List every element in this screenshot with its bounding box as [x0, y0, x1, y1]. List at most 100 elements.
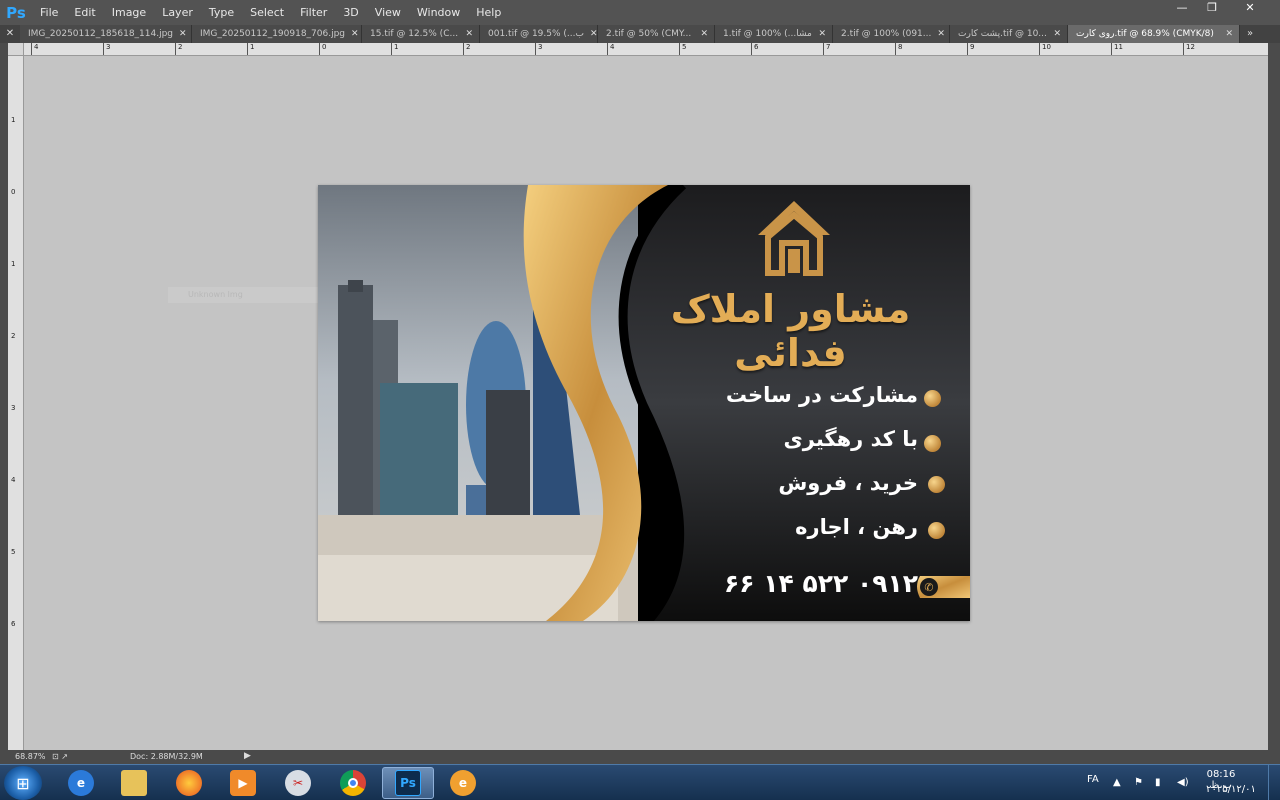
- volume-icon[interactable]: ◀): [1177, 777, 1189, 788]
- ruler-label: 1: [246, 43, 255, 55]
- menu-layer[interactable]: Layer: [154, 0, 201, 25]
- minimize-button[interactable]: —: [1168, 0, 1196, 16]
- taskbar-chrome[interactable]: [327, 767, 379, 799]
- phone-number: ۰۹۱۲ ۵۲۲ ۱۴ ۶۶: [723, 569, 918, 598]
- tab-document-active[interactable]: روی کارت.tif @ 68.9% (CMYK/8) ✕: [1068, 25, 1240, 43]
- tab-document[interactable]: 1.tif @ 100% (...مشا ✕: [715, 25, 833, 43]
- ruler-label: 2: [174, 43, 183, 55]
- ruler-label: 1: [11, 116, 16, 124]
- service-item: رهن ، اجاره: [795, 515, 918, 539]
- zoom-level[interactable]: 68.87%: [15, 752, 46, 761]
- taskbar-firefox[interactable]: [163, 767, 215, 799]
- menu-window[interactable]: Window: [409, 0, 468, 25]
- ruler-horizontal[interactable]: 4 3 2 1 0 1 2 3 4 5 6 7 8 9 10 11 12: [24, 43, 1268, 56]
- firefox-icon: [176, 770, 202, 796]
- tab-label: 001.tif @ 19.5% (...ب: [488, 29, 584, 39]
- close-icon[interactable]: ✕: [179, 29, 187, 39]
- app-icon: e: [450, 770, 476, 796]
- menu-image[interactable]: Image: [104, 0, 154, 25]
- photoshop-icon: Ps: [395, 770, 421, 796]
- start-button[interactable]: ⊞: [4, 766, 42, 800]
- ruler-label: 5: [11, 548, 16, 556]
- ruler-vertical[interactable]: 1 0 1 2 3 4 5 6: [8, 56, 24, 750]
- tower-top: [348, 280, 363, 292]
- service-item: خرید ، فروش: [778, 471, 918, 495]
- panel-strip: [1268, 43, 1280, 750]
- menu-select[interactable]: Select: [242, 0, 292, 25]
- menu-type[interactable]: Type: [201, 0, 242, 25]
- menu-view[interactable]: View: [367, 0, 409, 25]
- service-item: با کد رهگیری: [783, 427, 918, 451]
- taskbar-ie[interactable]: e: [55, 767, 107, 799]
- ruler-label: 3: [534, 43, 543, 55]
- ruler-label: 2: [462, 43, 471, 55]
- ruler-label: 9: [966, 43, 975, 55]
- close-icon[interactable]: ✕: [351, 29, 359, 39]
- close-icon[interactable]: ✕: [0, 25, 20, 43]
- ruler-label: 1: [390, 43, 399, 55]
- tab-document[interactable]: IMG_20250112_190918_706.jpg ✕: [192, 25, 362, 43]
- ruler-label: 10: [1039, 43, 1051, 55]
- menu-filter[interactable]: Filter: [292, 0, 335, 25]
- menu-edit[interactable]: Edit: [66, 0, 103, 25]
- close-icon[interactable]: ✕: [1053, 29, 1061, 39]
- status-icons[interactable]: ⊡ ↗: [52, 752, 68, 761]
- document-canvas[interactable]: ✆ مشاور املاک فدائی مشارکت در ساخت با کد…: [318, 185, 970, 621]
- tool-strip: [0, 43, 8, 750]
- restore-button[interactable]: ❐: [1198, 0, 1226, 16]
- chrome-icon: [340, 770, 366, 796]
- clock-date[interactable]: ۲۰۲۵/۱۲/۰۱: [1196, 784, 1266, 795]
- agency-name: مشاور املاک فدائی: [670, 287, 911, 375]
- tab-label: 2.tif @ 50% (CMY...: [606, 29, 692, 39]
- taskbar-photoshop[interactable]: Ps: [382, 767, 434, 799]
- photoshop-logo: Ps: [6, 3, 26, 22]
- close-icon[interactable]: ✕: [465, 29, 473, 39]
- language-indicator[interactable]: FA: [1087, 774, 1099, 785]
- ruler-label: 4: [30, 43, 39, 55]
- bullet-icon: [924, 390, 941, 407]
- tab-label: پشت کارت.tif @ 10...: [958, 29, 1047, 39]
- ruler-label: 6: [11, 620, 16, 628]
- menu-help[interactable]: Help: [468, 0, 509, 25]
- close-button[interactable]: ✕: [1228, 0, 1272, 16]
- tab-label: IMG_20250112_190918_706.jpg: [200, 29, 346, 39]
- status-menu-arrow-icon[interactable]: ▶: [244, 751, 251, 761]
- ruler-label: 0: [318, 43, 327, 55]
- tabs-overflow-icon[interactable]: »: [1240, 25, 1260, 43]
- ruler-label: 3: [102, 43, 111, 55]
- svg-text:✆: ✆: [924, 581, 933, 594]
- menu-file[interactable]: File: [32, 0, 66, 25]
- tray-expand-icon[interactable]: ▲: [1113, 777, 1121, 788]
- window-controls: — ❐ ✕: [1168, 0, 1272, 18]
- tab-document[interactable]: 2.tif @ 100% (091... ✕: [833, 25, 950, 43]
- ruler-label: 0: [11, 188, 16, 196]
- ruler-label: 6: [750, 43, 759, 55]
- taskbar-explorer[interactable]: [108, 767, 160, 799]
- ruler-label: 7: [822, 43, 831, 55]
- bullet-icon: [928, 522, 945, 539]
- show-desktop-button[interactable]: [1268, 765, 1280, 800]
- explorer-icon: [121, 770, 147, 796]
- network-icon[interactable]: ▮: [1155, 777, 1161, 788]
- tab-document[interactable]: پشت کارت.tif @ 10... ✕: [950, 25, 1068, 43]
- tab-document[interactable]: 2.tif @ 50% (CMY... ✕: [598, 25, 715, 43]
- action-center-icon[interactable]: ⚑: [1134, 777, 1143, 788]
- tab-document[interactable]: 15.tif @ 12.5% (C... ✕: [362, 25, 480, 43]
- taskbar-snipping-tool[interactable]: ✂: [272, 767, 324, 799]
- menu-bar: Ps File Edit Image Layer Type Select Fil…: [0, 0, 1280, 25]
- tab-document[interactable]: 001.tif @ 19.5% (...ب ✕: [480, 25, 598, 43]
- ruler-label: 11: [1111, 43, 1123, 55]
- document-size[interactable]: Doc: 2.88M/32.9M: [130, 752, 203, 761]
- ruler-label: 3: [11, 404, 16, 412]
- close-icon[interactable]: ✕: [937, 29, 945, 39]
- tab-document[interactable]: IMG_20250112_185618_114.jpg ✕: [20, 25, 192, 43]
- close-icon[interactable]: ✕: [590, 29, 597, 39]
- close-icon[interactable]: ✕: [818, 29, 826, 39]
- ruler-corner[interactable]: [8, 43, 24, 56]
- taskbar-media-player[interactable]: ▶: [217, 767, 269, 799]
- ruler-label: 4: [11, 476, 16, 484]
- menu-3d[interactable]: 3D: [335, 0, 366, 25]
- taskbar-app[interactable]: e: [437, 767, 489, 799]
- close-icon[interactable]: ✕: [1225, 29, 1233, 39]
- close-icon[interactable]: ✕: [700, 29, 708, 39]
